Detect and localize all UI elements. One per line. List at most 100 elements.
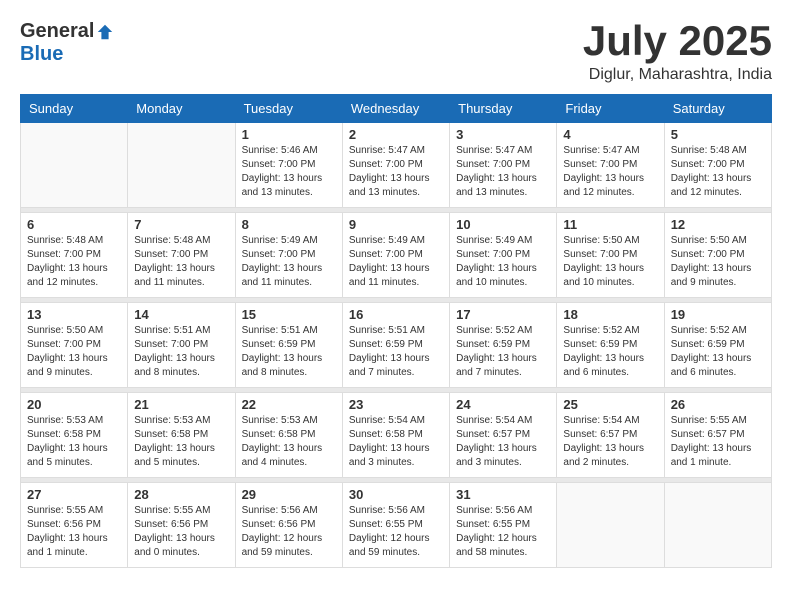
calendar-cell: 12 Sunrise: 5:50 AM Sunset: 7:00 PM Dayli…: [664, 213, 771, 298]
day-number: 12: [671, 217, 765, 232]
day-info: Sunrise: 5:53 AM Sunset: 6:58 PM Dayligh…: [242, 414, 336, 470]
calendar-cell: 7 Sunrise: 5:48 AM Sunset: 7:00 PM Daylig…: [128, 213, 235, 298]
calendar-cell: 16 Sunrise: 5:51 AM Sunset: 6:59 PM Dayli…: [342, 303, 449, 388]
calendar-cell: 4Sunrise: 5:47 AM Sunset: 7:00 PM Daylig…: [557, 123, 664, 208]
day-number: 10: [456, 217, 550, 232]
calendar-cell: 29 Sunrise: 5:56 AM Sunset: 6:56 PM Dayli…: [235, 483, 342, 568]
day-info: Sunrise: 5:49 AM Sunset: 7:00 PM Dayligh…: [242, 234, 336, 290]
day-number: 31: [456, 487, 550, 502]
calendar: Sunday Monday Tuesday Wednesday Thursday…: [20, 94, 772, 568]
day-number: 1: [242, 127, 336, 142]
day-info: Sunrise: 5:54 AM Sunset: 6:57 PM Dayligh…: [456, 414, 550, 470]
day-info: Sunrise: 5:56 AM Sunset: 6:56 PM Dayligh…: [242, 504, 336, 560]
logo-general-text: General: [20, 20, 94, 43]
day-number: 19: [671, 307, 765, 322]
day-info: Sunrise: 5:51 AM Sunset: 6:59 PM Dayligh…: [242, 324, 336, 380]
day-info: Sunrise: 5:54 AM Sunset: 6:58 PM Dayligh…: [349, 414, 443, 470]
calendar-cell: [557, 483, 664, 568]
calendar-cell: 20 Sunrise: 5:53 AM Sunset: 6:58 PM Dayli…: [21, 393, 128, 478]
calendar-cell: 6 Sunrise: 5:48 AM Sunset: 7:00 PM Daylig…: [21, 213, 128, 298]
day-info: Sunrise: 5:47 AM Sunset: 7:00 PM Dayligh…: [456, 144, 550, 200]
calendar-cell: 30 Sunrise: 5:56 AM Sunset: 6:55 PM Dayli…: [342, 483, 449, 568]
day-number: 13: [27, 307, 121, 322]
day-info: Sunrise: 5:52 AM Sunset: 6:59 PM Dayligh…: [671, 324, 765, 380]
week-row-1: 1 Sunrise: 5:46 AM Sunset: 7:00 PM Daylig…: [21, 123, 772, 208]
day-info: Sunrise: 5:50 AM Sunset: 7:00 PM Dayligh…: [27, 324, 121, 380]
day-number: 21: [134, 397, 228, 412]
col-sunday: Sunday: [21, 95, 128, 123]
calendar-cell: 22Sunrise: 5:53 AM Sunset: 6:58 PM Dayli…: [235, 393, 342, 478]
day-info: Sunrise: 5:48 AM Sunset: 7:00 PM Dayligh…: [671, 144, 765, 200]
day-number: 25: [563, 397, 657, 412]
calendar-cell: 3 Sunrise: 5:47 AM Sunset: 7:00 PM Daylig…: [450, 123, 557, 208]
month-title: July 2025: [583, 20, 772, 62]
day-number: 3: [456, 127, 550, 142]
day-number: 15: [242, 307, 336, 322]
day-info: Sunrise: 5:49 AM Sunset: 7:00 PM Dayligh…: [456, 234, 550, 290]
calendar-header-row: Sunday Monday Tuesday Wednesday Thursday…: [21, 95, 772, 123]
calendar-cell: 15 Sunrise: 5:51 AM Sunset: 6:59 PM Dayli…: [235, 303, 342, 388]
day-info: Sunrise: 5:48 AM Sunset: 7:00 PM Dayligh…: [27, 234, 121, 290]
day-number: 24: [456, 397, 550, 412]
day-number: 23: [349, 397, 443, 412]
calendar-cell: 13 Sunrise: 5:50 AM Sunset: 7:00 PM Dayli…: [21, 303, 128, 388]
day-info: Sunrise: 5:48 AM Sunset: 7:00 PM Dayligh…: [134, 234, 228, 290]
day-number: 29: [242, 487, 336, 502]
day-info: Sunrise: 5:50 AM Sunset: 7:00 PM Dayligh…: [671, 234, 765, 290]
week-row-3: 13 Sunrise: 5:50 AM Sunset: 7:00 PM Dayli…: [21, 303, 772, 388]
day-number: 8: [242, 217, 336, 232]
day-number: 30: [349, 487, 443, 502]
day-number: 26: [671, 397, 765, 412]
calendar-cell: 18Sunrise: 5:52 AM Sunset: 6:59 PM Dayli…: [557, 303, 664, 388]
day-number: 28: [134, 487, 228, 502]
day-number: 5: [671, 127, 765, 142]
day-number: 7: [134, 217, 228, 232]
calendar-cell: 8 Sunrise: 5:49 AM Sunset: 7:00 PM Daylig…: [235, 213, 342, 298]
calendar-cell: 11 Sunrise: 5:50 AM Sunset: 7:00 PM Dayli…: [557, 213, 664, 298]
day-info: Sunrise: 5:53 AM Sunset: 6:58 PM Dayligh…: [27, 414, 121, 470]
calendar-cell: 17 Sunrise: 5:52 AM Sunset: 6:59 PM Dayli…: [450, 303, 557, 388]
calendar-cell: 23 Sunrise: 5:54 AM Sunset: 6:58 PM Dayli…: [342, 393, 449, 478]
title-section: July 2025 Diglur, Maharashtra, India: [583, 20, 772, 84]
calendar-cell: [128, 123, 235, 208]
col-wednesday: Wednesday: [342, 95, 449, 123]
day-info: Sunrise: 5:54 AM Sunset: 6:57 PM Dayligh…: [563, 414, 657, 470]
col-monday: Monday: [128, 95, 235, 123]
day-number: 4: [563, 127, 657, 142]
calendar-cell: 9Sunrise: 5:49 AM Sunset: 7:00 PM Daylig…: [342, 213, 449, 298]
logo: General Blue: [20, 20, 114, 66]
logo-icon: [96, 23, 114, 41]
day-number: 27: [27, 487, 121, 502]
col-thursday: Thursday: [450, 95, 557, 123]
page-header: General Blue July 2025 Diglur, Maharasht…: [20, 20, 772, 84]
calendar-cell: 5 Sunrise: 5:48 AM Sunset: 7:00 PM Daylig…: [664, 123, 771, 208]
location: Diglur, Maharashtra, India: [583, 66, 772, 84]
day-info: Sunrise: 5:50 AM Sunset: 7:00 PM Dayligh…: [563, 234, 657, 290]
calendar-cell: 14Sunrise: 5:51 AM Sunset: 7:00 PM Dayli…: [128, 303, 235, 388]
day-number: 6: [27, 217, 121, 232]
calendar-cell: 10 Sunrise: 5:49 AM Sunset: 7:00 PM Dayli…: [450, 213, 557, 298]
day-info: Sunrise: 5:55 AM Sunset: 6:56 PM Dayligh…: [134, 504, 228, 560]
week-row-4: 20 Sunrise: 5:53 AM Sunset: 6:58 PM Dayli…: [21, 393, 772, 478]
calendar-cell: 31Sunrise: 5:56 AM Sunset: 6:55 PM Dayli…: [450, 483, 557, 568]
day-info: Sunrise: 5:51 AM Sunset: 7:00 PM Dayligh…: [134, 324, 228, 380]
day-info: Sunrise: 5:52 AM Sunset: 6:59 PM Dayligh…: [456, 324, 550, 380]
calendar-cell: 2Sunrise: 5:47 AM Sunset: 7:00 PM Daylig…: [342, 123, 449, 208]
calendar-cell: 1 Sunrise: 5:46 AM Sunset: 7:00 PM Daylig…: [235, 123, 342, 208]
calendar-cell: 25 Sunrise: 5:54 AM Sunset: 6:57 PM Dayli…: [557, 393, 664, 478]
col-tuesday: Tuesday: [235, 95, 342, 123]
day-info: Sunrise: 5:56 AM Sunset: 6:55 PM Dayligh…: [349, 504, 443, 560]
calendar-cell: 28 Sunrise: 5:55 AM Sunset: 6:56 PM Dayli…: [128, 483, 235, 568]
week-row-2: 6 Sunrise: 5:48 AM Sunset: 7:00 PM Daylig…: [21, 213, 772, 298]
day-info: Sunrise: 5:47 AM Sunset: 7:00 PM Dayligh…: [349, 144, 443, 200]
calendar-cell: 26Sunrise: 5:55 AM Sunset: 6:57 PM Dayli…: [664, 393, 771, 478]
calendar-cell: 19 Sunrise: 5:52 AM Sunset: 6:59 PM Dayli…: [664, 303, 771, 388]
day-number: 16: [349, 307, 443, 322]
day-number: 17: [456, 307, 550, 322]
calendar-cell: [664, 483, 771, 568]
day-info: Sunrise: 5:53 AM Sunset: 6:58 PM Dayligh…: [134, 414, 228, 470]
day-number: 20: [27, 397, 121, 412]
day-info: Sunrise: 5:46 AM Sunset: 7:00 PM Dayligh…: [242, 144, 336, 200]
day-info: Sunrise: 5:51 AM Sunset: 6:59 PM Dayligh…: [349, 324, 443, 380]
day-number: 11: [563, 217, 657, 232]
